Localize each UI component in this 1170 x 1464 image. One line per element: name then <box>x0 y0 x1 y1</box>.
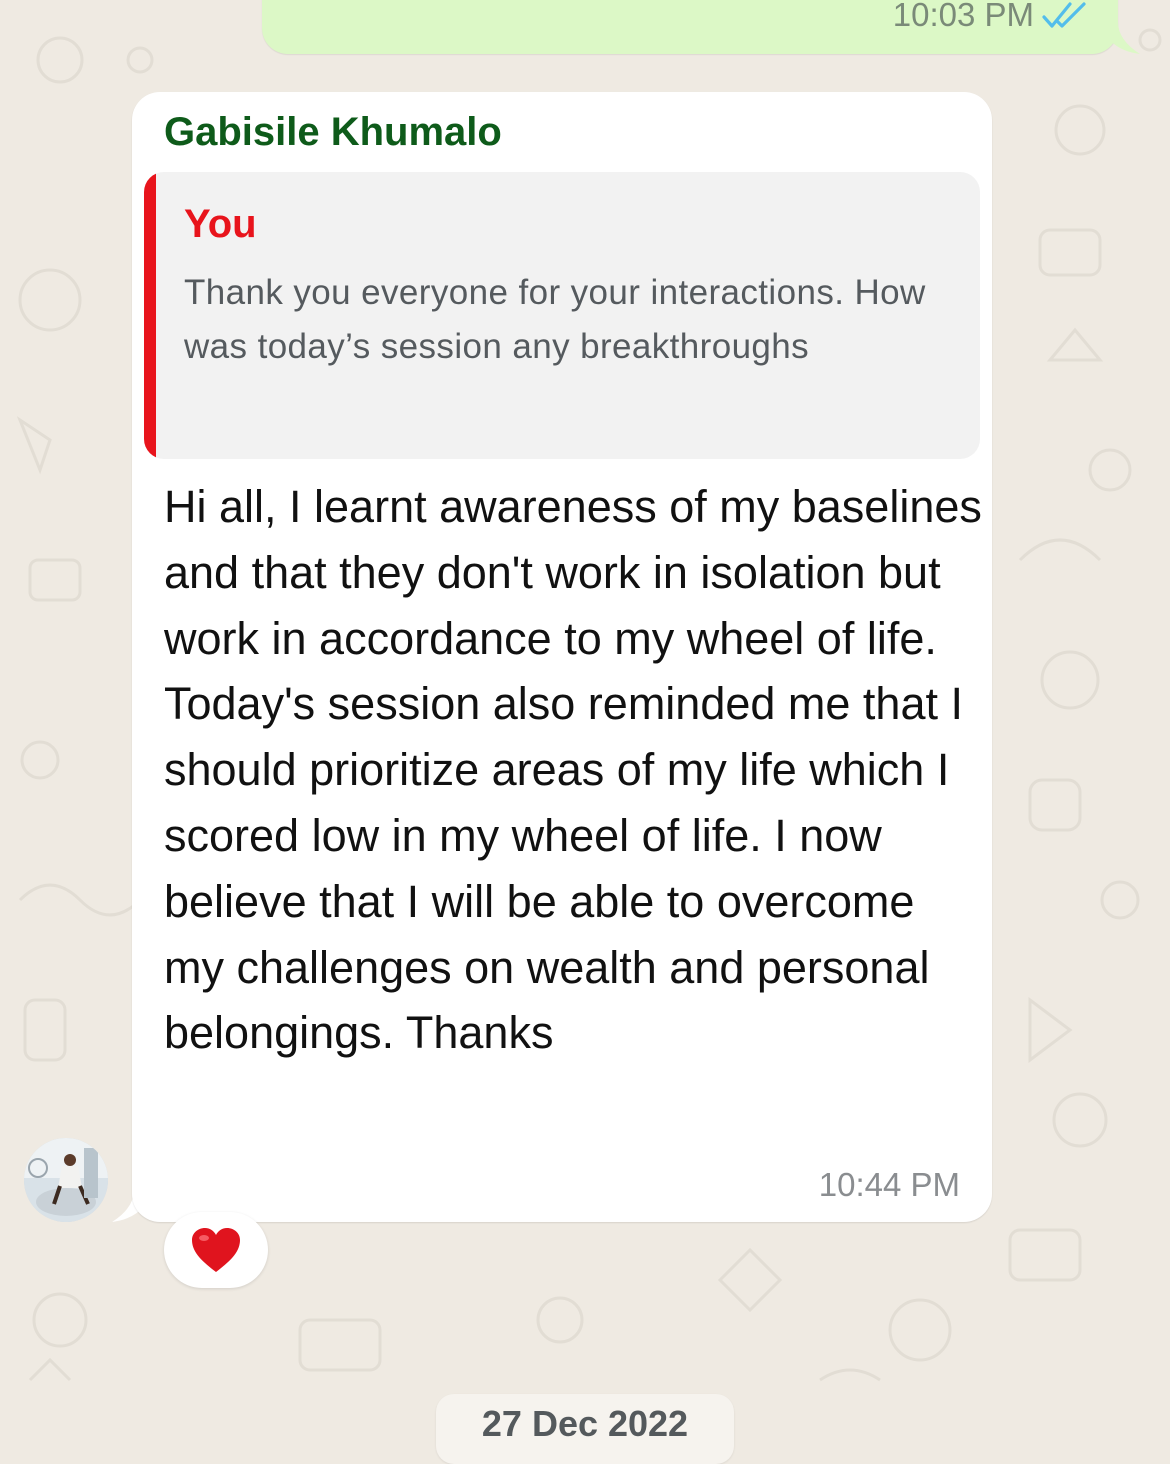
outgoing-message-meta: 10:03 PM <box>893 0 1088 34</box>
message-text: Hi all, I learnt awareness of my baselin… <box>164 481 982 1059</box>
quoted-message-author: You <box>184 202 257 246</box>
incoming-message-time: 10:44 PM <box>818 1166 960 1203</box>
reaction-heart[interactable] <box>164 1212 268 1288</box>
incoming-message-bubble[interactable]: Gabisile Khumalo You Thank you everyone … <box>132 92 992 1222</box>
outgoing-message-time: 10:03 PM <box>892 0 1034 33</box>
outgoing-message-bubble[interactable]: 10:03 PM <box>262 0 1118 54</box>
date-separator: 27 Dec 2022 <box>436 1394 734 1464</box>
avatar[interactable] <box>24 1138 108 1222</box>
quoted-message[interactable]: You Thank you everyone for your interact… <box>144 172 980 459</box>
double-check-icon <box>1042 0 1088 30</box>
sender-name[interactable]: Gabisile Khumalo <box>164 110 502 155</box>
heart-icon <box>190 1226 242 1274</box>
quote-accent-bar <box>144 172 156 459</box>
outgoing-bubble-tail <box>1100 22 1140 54</box>
quoted-message-text: Thank you everyone for your interactions… <box>184 273 926 366</box>
